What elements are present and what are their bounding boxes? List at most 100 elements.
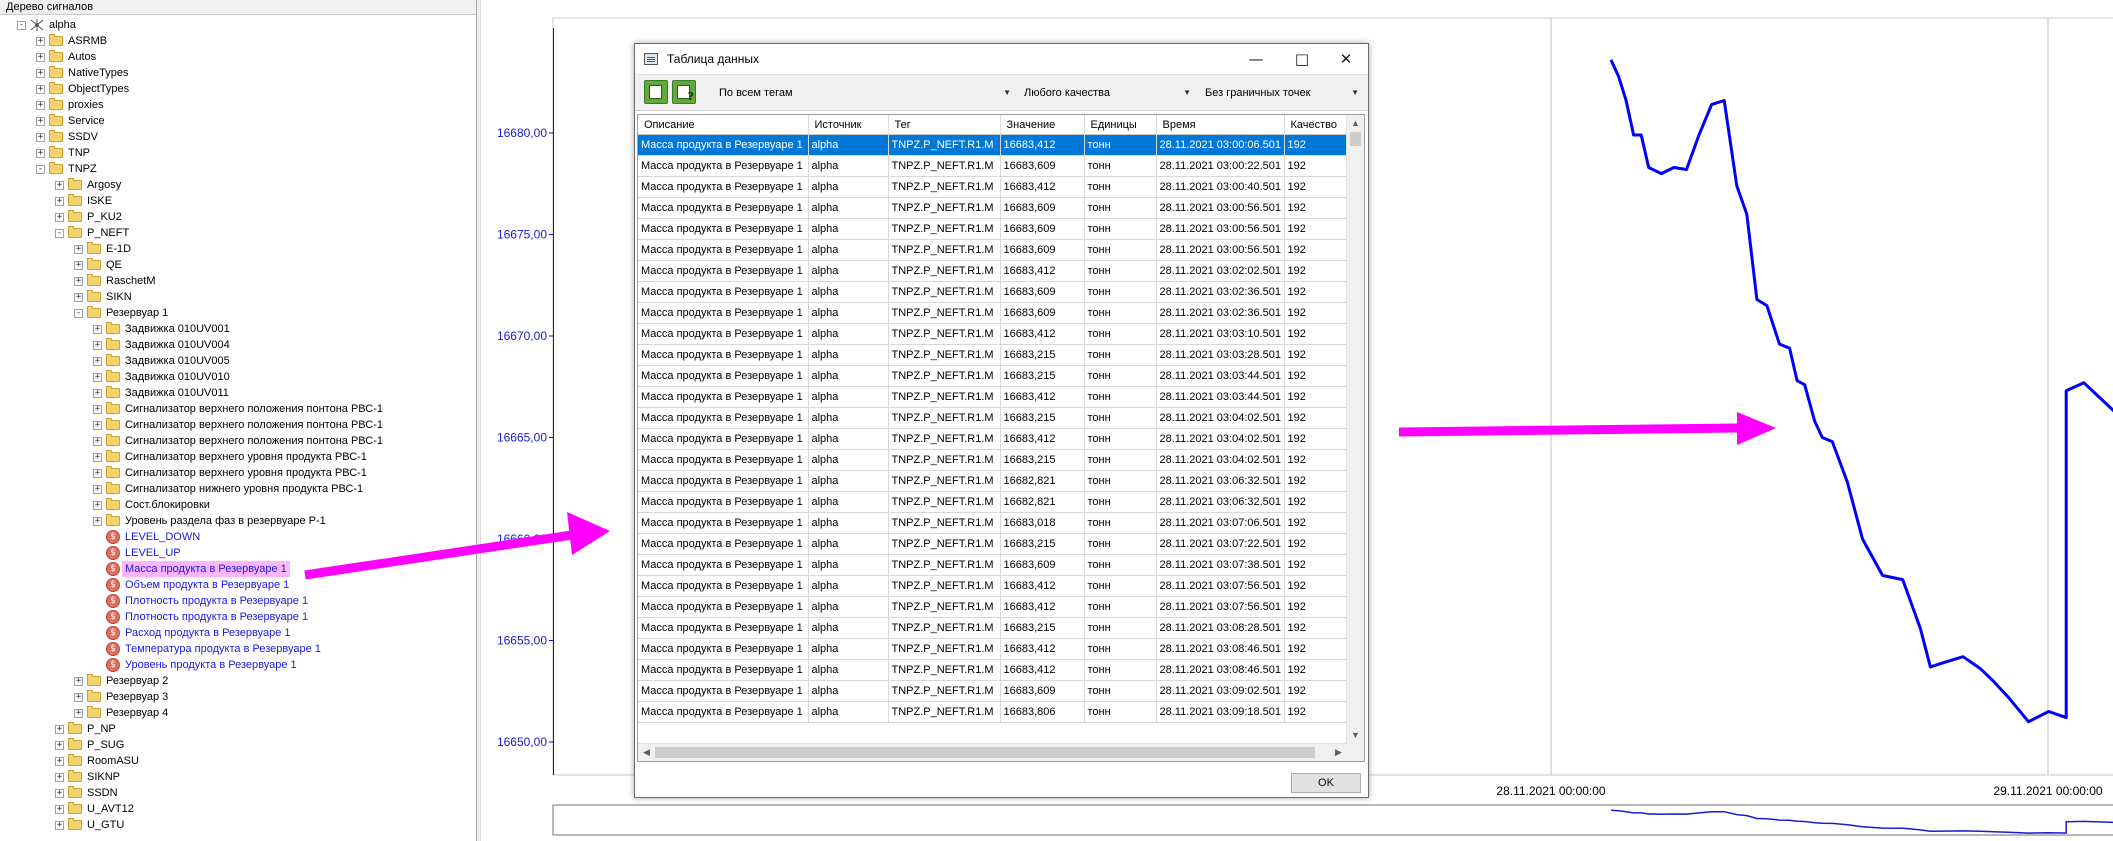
export-table-icon[interactable]: [644, 80, 668, 104]
ok-button[interactable]: OK: [1291, 773, 1361, 793]
table-row[interactable]: Масса продукта в Резервуаре 1 alpha TNPZ.P…: [638, 365, 1349, 387]
column-header[interactable]: Время: [1156, 115, 1285, 135]
expand-icon[interactable]: +: [74, 261, 83, 270]
column-header[interactable]: Единицы: [1084, 115, 1157, 135]
expand-icon[interactable]: +: [36, 53, 45, 62]
expand-icon[interactable]: +: [36, 133, 45, 142]
expand-icon[interactable]: +: [93, 373, 102, 382]
table-row[interactable]: Масса продукта в Резервуаре 1 alpha TNPZ.P…: [638, 176, 1349, 198]
expand-icon[interactable]: +: [74, 245, 83, 254]
close-button[interactable]: ✕: [1323, 44, 1369, 74]
expand-icon[interactable]: +: [93, 341, 102, 350]
expand-icon[interactable]: +: [36, 149, 45, 158]
expand-icon[interactable]: +: [36, 69, 45, 78]
table-row[interactable]: Масса продукта в Резервуаре 1 alpha TNPZ.P…: [638, 533, 1349, 555]
expand-icon[interactable]: +: [55, 213, 64, 222]
expand-icon[interactable]: +: [93, 453, 102, 462]
column-header[interactable]: Значение: [1000, 115, 1085, 135]
tree-node-label: Резервуар 4: [106, 707, 169, 719]
expand-icon[interactable]: +: [55, 773, 64, 782]
table-row[interactable]: Масса продукта в Резервуаре 1 alpha TNPZ.P…: [638, 155, 1349, 177]
scroll-up-icon[interactable]: ▲: [1347, 115, 1364, 132]
expand-icon[interactable]: +: [74, 693, 83, 702]
scroll-left-icon[interactable]: ◀: [638, 744, 655, 761]
table-row[interactable]: Масса продукта в Резервуаре 1 alpha TNPZ.P…: [638, 680, 1349, 702]
scroll-down-icon[interactable]: ▼: [1347, 727, 1364, 744]
table-row[interactable]: Масса продукта в Резервуаре 1 alpha TNPZ.P…: [638, 554, 1349, 576]
expand-icon[interactable]: +: [93, 469, 102, 478]
collapse-icon[interactable]: -: [36, 165, 45, 174]
table-cell: тонн: [1084, 533, 1157, 555]
table-row[interactable]: Масса продукта в Резервуаре 1 alpha TNPZ.P…: [638, 428, 1349, 450]
expand-icon[interactable]: +: [36, 85, 45, 94]
expand-icon[interactable]: +: [93, 501, 102, 510]
data-table-dialog[interactable]: Таблица данных — □ ✕ ? По всем тегам ▼ Л…: [634, 43, 1369, 798]
table-row[interactable]: Масса продукта в Резервуаре 1 alpha TNPZ.P…: [638, 407, 1349, 429]
expand-icon[interactable]: +: [55, 757, 64, 766]
vertical-scrollbar[interactable]: ▲ ▼: [1346, 115, 1364, 744]
expand-icon[interactable]: +: [55, 741, 64, 750]
table-row[interactable]: Масса продукта в Резервуаре 1 alpha TNPZ.P…: [638, 386, 1349, 408]
expand-icon[interactable]: +: [93, 357, 102, 366]
expand-icon[interactable]: +: [55, 789, 64, 798]
table-row[interactable]: Масса продукта в Резервуаре 1 alpha TNPZ.P…: [638, 596, 1349, 618]
expand-icon[interactable]: +: [55, 805, 64, 814]
minimize-button[interactable]: —: [1233, 44, 1279, 74]
expand-icon[interactable]: +: [55, 725, 64, 734]
table-row[interactable]: Масса продукта в Резервуаре 1 alpha TNPZ.P…: [638, 260, 1349, 282]
bounds-filter-select[interactable]: Без граничных точек ▼: [1201, 82, 1363, 104]
expand-icon[interactable]: +: [36, 37, 45, 46]
horizontal-scrollbar[interactable]: ◀ ▶: [638, 743, 1347, 761]
expand-icon[interactable]: +: [55, 181, 64, 190]
table-row[interactable]: Масса продукта в Резервуаре 1 alpha TNPZ.P…: [638, 701, 1349, 723]
expand-icon[interactable]: +: [74, 709, 83, 718]
collapse-icon[interactable]: -: [55, 229, 64, 238]
table-row[interactable]: Масса продукта в Резервуаре 1 alpha TNPZ.P…: [638, 449, 1349, 471]
expand-icon[interactable]: +: [93, 437, 102, 446]
quality-filter-select[interactable]: Любого качества ▼: [1020, 82, 1195, 104]
table-row[interactable]: Масса продукта в Резервуаре 1 alpha TNPZ.P…: [638, 575, 1349, 597]
expand-icon[interactable]: +: [36, 117, 45, 126]
column-header[interactable]: Тег: [888, 115, 1001, 135]
table-row[interactable]: Масса продукта в Резервуаре 1 alpha TNPZ.P…: [638, 281, 1349, 303]
table-row[interactable]: Масса продукта в Резервуаре 1 alpha TNPZ.P…: [638, 638, 1349, 660]
table-row[interactable]: Масса продукта в Резервуаре 1 alpha TNPZ.P…: [638, 617, 1349, 639]
table-row[interactable]: Масса продукта в Резервуаре 1 alpha TNPZ.P…: [638, 218, 1349, 240]
expand-icon[interactable]: +: [74, 677, 83, 686]
data-grid[interactable]: Описание Источник Тег Значение Единицы Время К…: [637, 114, 1365, 762]
expand-icon[interactable]: +: [55, 821, 64, 830]
table-row[interactable]: Масса продукта в Резервуаре 1 alpha TNPZ.P…: [638, 134, 1349, 156]
vertical-scroll-thumb[interactable]: [1350, 132, 1361, 146]
table-row[interactable]: Масса продукта в Резервуаре 1 alpha TNPZ.P…: [638, 491, 1349, 513]
scroll-right-icon[interactable]: ▶: [1330, 744, 1347, 761]
export-help-icon[interactable]: ?: [672, 80, 696, 104]
expand-icon[interactable]: +: [93, 405, 102, 414]
expand-icon[interactable]: +: [55, 197, 64, 206]
expand-icon[interactable]: +: [93, 485, 102, 494]
column-header[interactable]: Качество: [1284, 115, 1349, 135]
column-header[interactable]: Описание: [638, 115, 809, 135]
expand-icon[interactable]: +: [74, 277, 83, 286]
table-row[interactable]: Масса продукта в Резервуаре 1 alpha TNPZ.P…: [638, 239, 1349, 261]
table-row[interactable]: Масса продукта в Резервуаре 1 alpha TNPZ.P…: [638, 197, 1349, 219]
table-row[interactable]: Масса продукта в Резервуаре 1 alpha TNPZ.P…: [638, 659, 1349, 681]
tag-filter-select[interactable]: По всем тегам ▼: [715, 82, 1015, 104]
collapse-icon[interactable]: -: [74, 309, 83, 318]
table-row[interactable]: Масса продукта в Резервуаре 1 alpha TNPZ.P…: [638, 344, 1349, 366]
horizontal-scroll-thumb[interactable]: [655, 747, 1315, 758]
table-row[interactable]: Масса продукта в Резервуаре 1 alpha TNPZ.P…: [638, 512, 1349, 534]
table-row[interactable]: Масса продукта в Резервуаре 1 alpha TNPZ.P…: [638, 470, 1349, 492]
expand-icon[interactable]: +: [93, 389, 102, 398]
maximize-button[interactable]: □: [1279, 44, 1325, 74]
column-header[interactable]: Источник: [808, 115, 889, 135]
table-row[interactable]: Масса продукта в Резервуаре 1 alpha TNPZ.P…: [638, 323, 1349, 345]
expand-icon[interactable]: +: [36, 101, 45, 110]
tree-node-label: P_NP: [87, 723, 116, 735]
table-row[interactable]: Масса продукта в Резервуаре 1 alpha TNPZ.P…: [638, 302, 1349, 324]
expand-icon[interactable]: +: [93, 325, 102, 334]
dialog-title-bar[interactable]: Таблица данных — □ ✕: [635, 44, 1368, 74]
collapse-icon[interactable]: -: [17, 21, 26, 30]
expand-icon[interactable]: +: [93, 421, 102, 430]
expand-icon[interactable]: +: [74, 293, 83, 302]
expand-icon[interactable]: +: [93, 517, 102, 526]
